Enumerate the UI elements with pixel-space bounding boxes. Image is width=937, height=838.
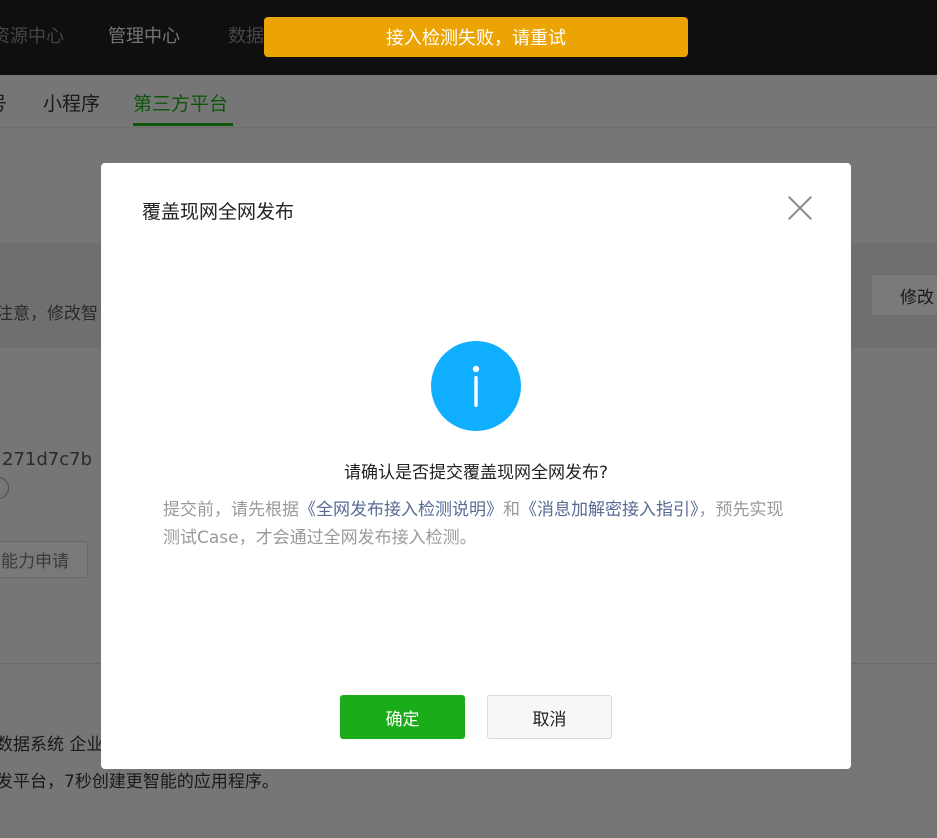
link-encryption-guide[interactable]: 《消息加解密接入指引》 bbox=[520, 500, 699, 520]
publish-confirm-dialog: 覆盖现网全网发布 请确认是否提交覆盖现网全网发布? 提交前，请先根据《全网发布接… bbox=[101, 163, 851, 769]
cancel-button[interactable]: 取消 bbox=[487, 695, 612, 739]
info-icon bbox=[431, 341, 521, 431]
confirm-button[interactable]: 确定 bbox=[340, 695, 465, 739]
confirm-question: 请确认是否提交覆盖现网全网发布? bbox=[343, 463, 609, 483]
dialog-title: 覆盖现网全网发布 bbox=[142, 201, 295, 223]
toast-message: 接入检测失败，请重试 bbox=[386, 28, 566, 49]
close-icon[interactable] bbox=[785, 193, 815, 223]
link-publish-check-guide[interactable]: 《全网发布接入检测说明》 bbox=[299, 500, 503, 520]
desc-middle: 和 bbox=[503, 500, 520, 520]
desc-prefix: 提交前，请先根据 bbox=[163, 500, 299, 520]
confirm-button-label: 确定 bbox=[385, 709, 420, 730]
error-toast: 接入检测失败，请重试 bbox=[264, 17, 688, 57]
cancel-button-label: 取消 bbox=[532, 709, 567, 730]
confirm-description: 提交前，请先根据《全网发布接入检测说明》和《消息加解密接入指引》，预先实现测试C… bbox=[163, 496, 793, 552]
